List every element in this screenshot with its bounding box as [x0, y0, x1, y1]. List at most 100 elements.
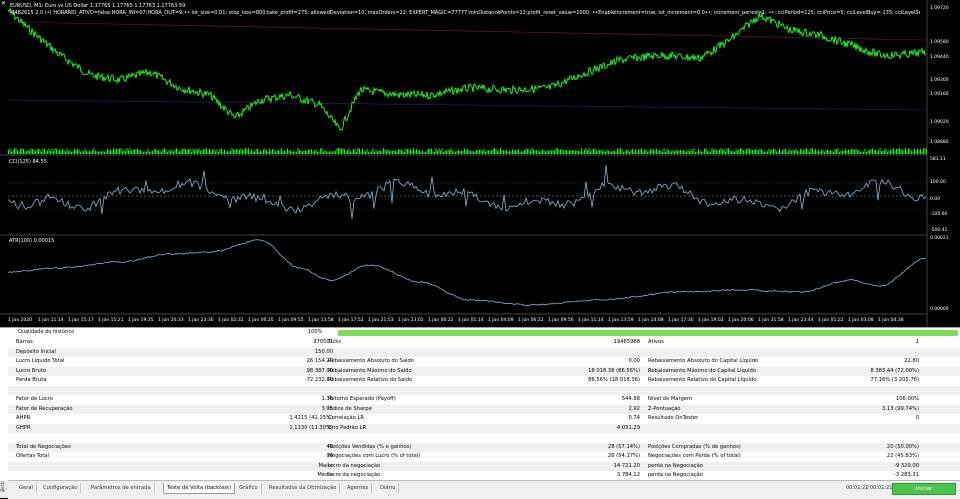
volume-bar	[98, 151, 99, 154]
report-row: Lucro Bruto 98 387.00 Rebaixamento Máximo …	[8, 366, 960, 376]
volume-bar	[230, 150, 231, 154]
time-tick: 1 Jan 09:55	[278, 318, 304, 323]
volume-bar	[447, 149, 449, 154]
volume-bar	[855, 148, 857, 154]
volume-bar	[575, 150, 576, 154]
volume-bar	[608, 150, 609, 154]
volume-bar	[725, 151, 726, 154]
volume-bar	[380, 150, 381, 154]
tab-1[interactable]: Configuração	[40, 483, 82, 493]
volume-bar	[86, 150, 87, 154]
volume-bar	[717, 150, 719, 154]
history-quality-label: Qualidade do histórico	[18, 329, 75, 335]
volume-bar	[752, 149, 753, 154]
time-axis: 1 Jan 2020 1 Jan 11:14 1 Jan 15:17 1 Jan 15…	[0, 314, 927, 327]
time-tick: 1 Jan 01:14	[458, 318, 484, 323]
volume-bar	[810, 148, 812, 154]
volume-bar	[69, 150, 71, 154]
volume-bar	[413, 148, 414, 154]
volume-bar	[50, 150, 51, 154]
volume-bar	[675, 149, 677, 154]
volume-bar	[698, 149, 699, 154]
tab-2[interactable]: Parâmetros de entrada	[88, 483, 155, 493]
volume-bar	[654, 150, 656, 154]
volume-bar	[174, 149, 176, 154]
cci-tick: 583.11	[930, 157, 946, 162]
volume-bar	[180, 150, 182, 154]
volume-bar	[573, 149, 575, 154]
volume-bar	[609, 151, 611, 154]
volume-bar	[881, 151, 882, 154]
volume-bar	[77, 149, 78, 154]
strategy-chart[interactable]: ✕ EURUSD, M1: Euro vs US Dollar 1.17765 …	[0, 0, 960, 327]
chart-canvas[interactable]	[0, 0, 960, 327]
volume-bar	[168, 150, 170, 154]
report-cell-c2l: Rebaixamento Relativo do Saldo	[328, 377, 413, 383]
volume-bar	[269, 148, 270, 154]
volume-bar	[243, 149, 245, 154]
price-tick: 1.09580	[930, 40, 949, 45]
tab-3[interactable]: Teste de Volta (backtest)	[163, 483, 236, 494]
report-cell-c3l: perda na Negociação	[648, 462, 703, 469]
volume-bar	[677, 150, 678, 154]
volume-bar	[912, 151, 914, 154]
report-cell-c3v: 8 383.44 (72.00%)	[870, 367, 919, 374]
volume-bar	[813, 151, 815, 154]
history-quality-value: 100%	[308, 329, 323, 335]
volume-bar	[648, 151, 650, 154]
volume-bar	[356, 151, 357, 154]
volume-bar	[185, 149, 186, 154]
volume-bar	[885, 148, 887, 154]
tab-7[interactable]: Diário	[377, 483, 400, 493]
tab-6[interactable]: Agentes	[344, 483, 373, 493]
time-tick: 1 Jan 20:33	[158, 318, 184, 323]
tab-4[interactable]: Gráfico	[236, 483, 262, 493]
volume-bar	[552, 149, 554, 154]
report-cell-c2v: 18 018.36 (86.56%)	[588, 367, 640, 374]
volume-bar	[800, 148, 801, 154]
volume-bar	[783, 148, 785, 154]
volume-bar	[510, 151, 512, 154]
volume-bar	[681, 150, 683, 154]
volume-bar	[321, 148, 323, 154]
volume-bar	[38, 149, 39, 154]
volume-bar	[429, 148, 431, 154]
volume-bar	[119, 148, 120, 154]
start-button[interactable]: Iniciar	[892, 483, 956, 495]
volume-bar	[405, 148, 407, 154]
report-cell-c3v: 22.80	[904, 358, 919, 364]
tab-0[interactable]: Geral	[16, 483, 37, 493]
chart-close-icon[interactable]: ✕	[1, 1, 7, 7]
volume-bar	[317, 151, 318, 154]
report-cell-c2v: 2.92	[628, 405, 640, 412]
volume-bar	[303, 151, 305, 154]
volume-bar	[278, 149, 279, 154]
volume-bar	[914, 148, 915, 154]
volume-bar	[882, 150, 884, 154]
volume-bar	[816, 151, 818, 154]
volume-bar	[777, 151, 779, 154]
volume-bar	[461, 150, 462, 154]
volume-bar	[768, 148, 770, 154]
volume-bar	[164, 148, 165, 154]
volume-bar	[318, 151, 320, 154]
volume-bar	[311, 149, 312, 154]
volume-bar	[819, 151, 821, 154]
volume-bar	[150, 151, 152, 154]
volume-bar	[350, 151, 351, 154]
volume-bar	[453, 151, 455, 154]
volume-bar	[594, 148, 596, 154]
volume-bar	[209, 148, 210, 154]
volume-bar	[549, 150, 551, 154]
volume-bar	[840, 150, 842, 154]
tab-5[interactable]: Resultados da Otimização	[266, 483, 341, 493]
volume-bar	[875, 149, 876, 154]
volume-bar	[386, 150, 387, 154]
volume-bar	[17, 150, 18, 154]
volume-bar	[467, 149, 468, 154]
volume-bar	[564, 149, 566, 154]
volume-bar	[59, 149, 60, 154]
volume-bar	[233, 149, 234, 154]
volume-bar	[602, 151, 603, 154]
report-cell-c3v: 1	[915, 339, 919, 345]
